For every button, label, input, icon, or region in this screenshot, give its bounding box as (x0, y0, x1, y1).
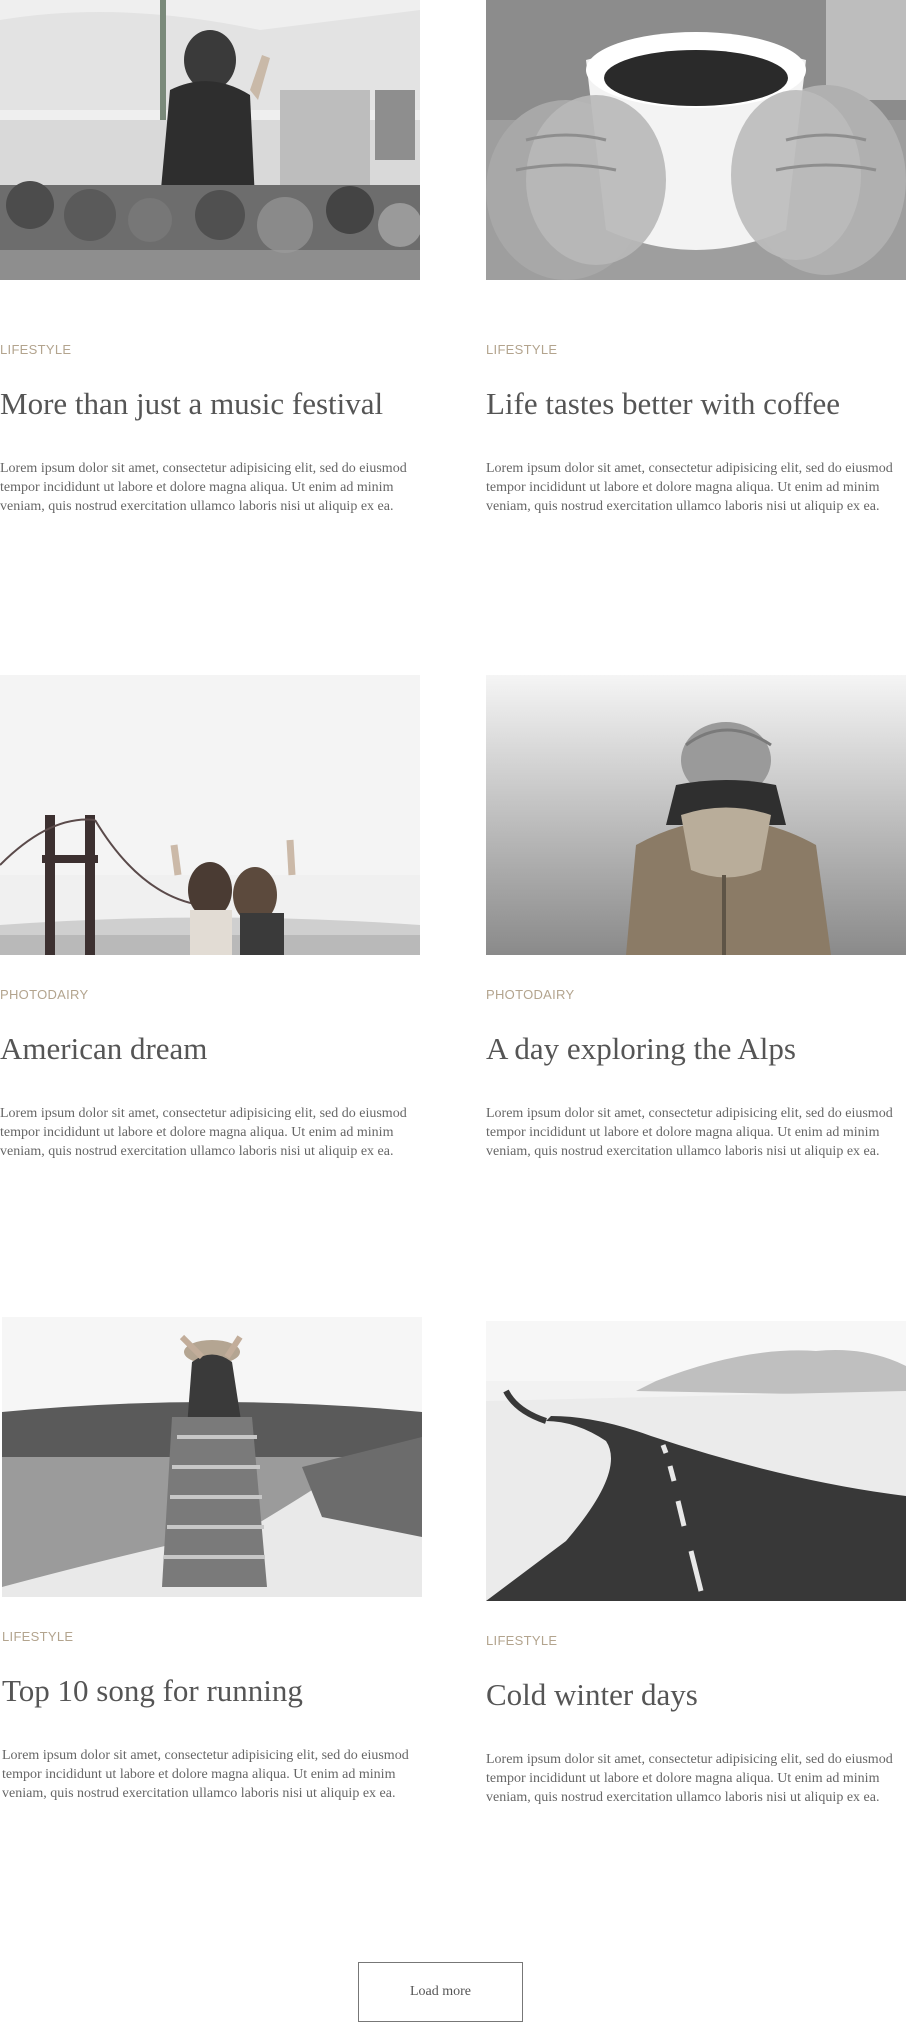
post-excerpt: Lorem ipsum dolor sit amet, consectetur … (486, 1106, 893, 1159)
post-excerpt: Lorem ipsum dolor sit amet, consectetur … (0, 1106, 407, 1159)
post-category[interactable]: LIFESTYLE (486, 342, 906, 358)
post-category[interactable]: LIFESTYLE (486, 1633, 906, 1649)
load-more-button[interactable]: Load more (358, 1962, 523, 2022)
post-category[interactable]: LIFESTYLE (0, 342, 420, 358)
concert-crowd-photo (0, 0, 420, 280)
coffee-cup-mittens-photo (486, 0, 906, 280)
post-title[interactable]: More than just a music festival (0, 385, 420, 423)
post-image[interactable] (0, 0, 420, 280)
post-excerpt: Lorem ipsum dolor sit amet, consectetur … (486, 461, 893, 514)
post-image[interactable] (0, 675, 420, 955)
post-image[interactable] (2, 1317, 422, 1597)
post-category[interactable]: LIFESTYLE (2, 1629, 422, 1645)
post-excerpt: Lorem ipsum dolor sit amet, consectetur … (486, 1752, 893, 1805)
post-card[interactable]: LIFESTYLE Cold winter days Lorem ipsum d… (486, 1321, 906, 1807)
post-card[interactable]: LIFESTYLE Life tastes better with coffee… (486, 0, 906, 516)
post-card[interactable]: LIFESTYLE Top 10 song for running Lorem … (2, 1317, 422, 1803)
post-title[interactable]: Life tastes better with coffee (486, 385, 906, 423)
post-title[interactable]: Top 10 song for running (2, 1672, 422, 1710)
post-title[interactable]: American dream (0, 1030, 420, 1068)
post-category[interactable]: PHOTODAIRY (486, 987, 906, 1003)
post-image[interactable] (486, 675, 906, 955)
woman-hat-path-photo (2, 1317, 422, 1597)
winter-road-photo (486, 1321, 906, 1601)
post-title[interactable]: A day exploring the Alps (486, 1030, 906, 1068)
post-card[interactable]: LIFESTYLE More than just a music festiva… (0, 0, 420, 516)
post-image[interactable] (486, 1321, 906, 1601)
post-image[interactable] (486, 0, 906, 280)
post-excerpt: Lorem ipsum dolor sit amet, consectetur … (0, 461, 407, 514)
post-excerpt: Lorem ipsum dolor sit amet, consectetur … (2, 1748, 409, 1801)
post-card[interactable]: PHOTODAIRY A day exploring the Alps Lore… (486, 675, 906, 1161)
post-title[interactable]: Cold winter days (486, 1676, 906, 1714)
hiker-beanie-fog-photo (486, 675, 906, 955)
post-card[interactable]: PHOTODAIRY American dream Lorem ipsum do… (0, 675, 420, 1161)
post-category[interactable]: PHOTODAIRY (0, 987, 420, 1003)
golden-gate-friends-photo (0, 675, 420, 955)
